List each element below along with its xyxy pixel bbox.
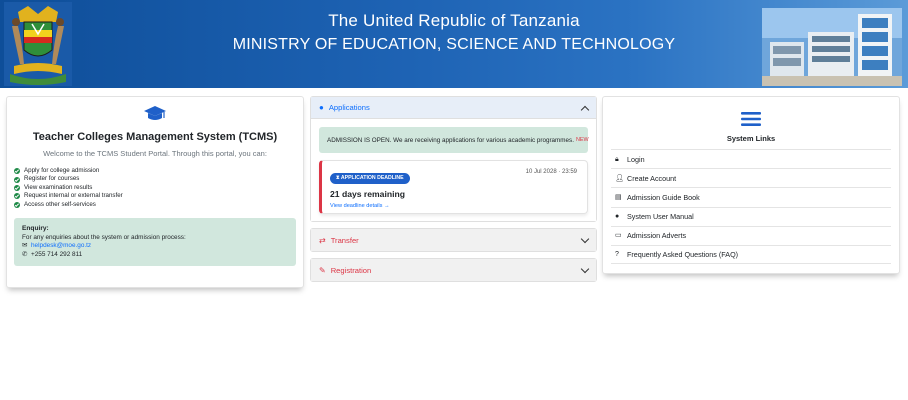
info-icon: ● <box>615 213 620 221</box>
link-admission-adverts[interactable]: ▭ Admission Adverts <box>611 225 891 245</box>
enquiry-title: Enquiry: <box>22 225 49 233</box>
link-login[interactable]: 🔒︎ Login <box>611 149 891 168</box>
building-image <box>762 8 902 86</box>
feature-item: Access other self-services <box>14 201 296 209</box>
applications-body: ADMISSION IS OPEN. We are receiving appl… <box>311 119 596 221</box>
feature-item: Request internal or external transfer <box>14 192 296 200</box>
link-create-account[interactable]: 👤︎ Create Account <box>611 168 891 187</box>
admission-open-text: ADMISSION IS OPEN. We are receiving appl… <box>327 136 574 144</box>
applications-panel: ● Applications ADMISSION IS OPEN. We are… <box>310 96 597 222</box>
welcome-text: Welcome to the TCMS Student Portal. Thro… <box>43 149 267 158</box>
helpdesk-phone: +255 714 292 811 <box>31 250 83 258</box>
link-faq[interactable]: ? Frequently Asked Questions (FAQ) <box>611 244 891 265</box>
check-circle-icon <box>14 176 20 183</box>
enquiry-text: For any enquiries about the system or ad… <box>22 233 186 241</box>
check-circle-icon <box>14 201 20 208</box>
envelope-icon: ✉ <box>22 242 28 250</box>
applications-header[interactable]: ● Applications <box>311 97 596 119</box>
book-icon: ▤ <box>615 193 622 201</box>
transfer-panel: ⇄ Transfer <box>310 228 597 252</box>
system-links-card: System Links 🔒︎ Login 👤︎ Create Account ▤ A… <box>602 96 900 274</box>
check-circle-icon <box>14 193 20 200</box>
chevron-down-icon <box>580 264 590 273</box>
feature-list: Apply for college admission Register for… <box>14 167 296 209</box>
user-plus-icon: 👤︎ <box>615 174 624 182</box>
feature-item: Register for courses <box>14 175 296 183</box>
deadline-pill: ⧗ APPLICATION DEADLINE <box>330 173 410 184</box>
question-icon: ? <box>615 251 619 259</box>
link-user-manual[interactable]: ● System User Manual <box>611 206 891 226</box>
transfer-label: Transfer <box>330 235 359 245</box>
admission-open-alert: ADMISSION IS OPEN. We are receiving appl… <box>319 127 589 153</box>
feature-item: View examination results <box>14 184 296 192</box>
laptop-icon: ▭ <box>615 232 622 240</box>
check-circle-icon <box>14 168 20 175</box>
page-header: The United Republic of Tanzania MINISTRY… <box>0 0 908 88</box>
graduation-cap-icon <box>144 106 166 120</box>
registration-header[interactable]: ✎ Registration <box>311 259 596 281</box>
chevron-up-icon <box>580 105 590 114</box>
services-accordion: ● Applications ADMISSION IS OPEN. We are… <box>310 96 597 282</box>
feature-item: Apply for college admission <box>14 167 296 175</box>
system-links-list: 🔒︎ Login 👤︎ Create Account ▤ Admission Guid… <box>611 149 891 265</box>
deadline-details-link[interactable]: View deadline details → <box>330 203 579 209</box>
helpdesk-email-link[interactable]: helpdesk@moe.go.tz <box>31 242 91 249</box>
system-links-title: System Links <box>726 134 776 143</box>
new-badge: NEW <box>575 137 589 143</box>
transfer-header[interactable]: ⇄ Transfer <box>311 229 596 251</box>
registration-label: Registration <box>330 265 372 275</box>
days-remaining: 21 days remaining <box>330 189 405 199</box>
chevron-down-icon <box>580 234 590 243</box>
deadline-card: ⧗ APPLICATION DEADLINE 10 Jul 2028 · 23:… <box>319 160 588 214</box>
tcms-info-card: Teacher Colleges Management System (TCMS… <box>6 96 304 288</box>
link-admission-guide[interactable]: ▤ Admission Guide Book <box>611 187 891 206</box>
phone-icon: ✆ <box>22 250 28 258</box>
registration-panel: ✎ Registration <box>310 258 597 282</box>
deadline-date: 10 Jul 2028 · 23:59 <box>525 169 577 175</box>
lock-icon: 🔒︎ <box>615 155 619 163</box>
exchange-arrows-icon: ⇄ <box>319 235 326 245</box>
check-circle-icon <box>14 185 20 192</box>
user-edit-icon: ✎ <box>319 265 326 275</box>
system-title: Teacher Colleges Management System (TCMS… <box>32 131 278 143</box>
applications-label: Applications <box>328 103 370 112</box>
enquiry-box: Enquiry: For any enquiries about the sys… <box>14 218 296 267</box>
menu-bars-icon <box>741 112 761 126</box>
info-circle-icon: ● <box>319 103 324 112</box>
